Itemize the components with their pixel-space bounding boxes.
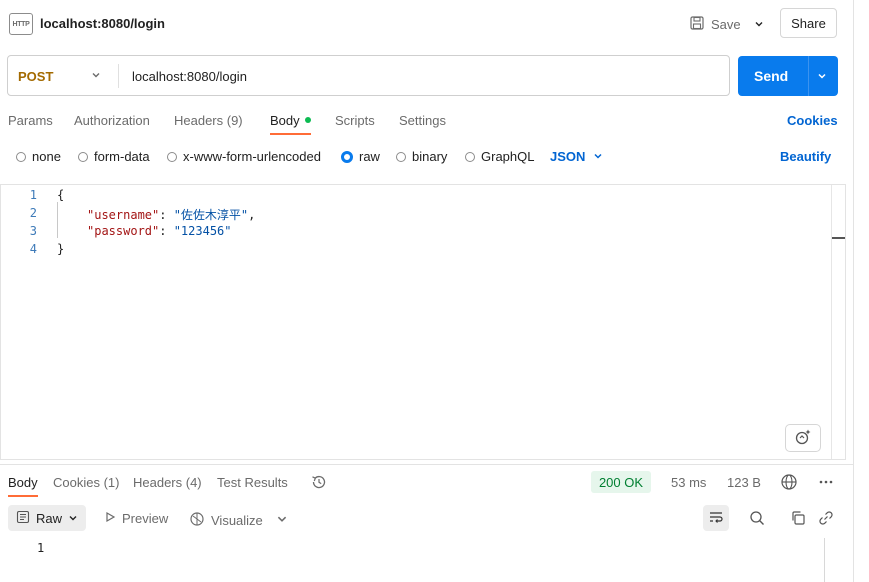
- link-icon[interactable]: [815, 507, 837, 529]
- tab-authorization[interactable]: Authorization: [74, 113, 150, 128]
- response-format-raw-select[interactable]: Raw: [8, 505, 86, 531]
- wrap-lines-button[interactable]: [703, 505, 729, 531]
- chevron-down-icon: [593, 149, 603, 164]
- cookies-link[interactable]: Cookies: [787, 113, 838, 128]
- raw-view-icon: [16, 510, 30, 527]
- radio-circle-selected: [341, 150, 353, 163]
- tab-headers[interactable]: Headers (9): [174, 113, 243, 128]
- chevron-down-icon: [754, 17, 764, 32]
- radio-label: GraphQL: [481, 149, 535, 164]
- active-tab-indicator: [8, 495, 38, 497]
- line-number: 3: [29, 224, 37, 238]
- code-line: "username": "佐佐木淳平",: [87, 206, 255, 223]
- http-method-select[interactable]: POST: [18, 69, 53, 84]
- json-separator: :: [159, 224, 174, 238]
- ai-assist-button[interactable]: [785, 424, 821, 452]
- divider: [0, 464, 853, 465]
- tab-params[interactable]: Params: [8, 113, 53, 128]
- beautify-button[interactable]: Beautify: [780, 149, 831, 164]
- radio-circle: [16, 151, 26, 162]
- http-request-icon: HTTP: [9, 13, 33, 35]
- more-options-icon[interactable]: [817, 473, 835, 494]
- response-tab-body[interactable]: Body: [8, 475, 38, 490]
- tab-scripts[interactable]: Scripts: [335, 113, 375, 128]
- sparkle-icon: [794, 428, 812, 449]
- radio-circle: [465, 151, 475, 162]
- save-options-button[interactable]: [750, 14, 768, 34]
- save-label: Save: [711, 16, 741, 32]
- chevron-down-icon: [817, 69, 827, 84]
- save-button[interactable]: Save: [689, 12, 741, 36]
- url-input[interactable]: localhost:8080/login: [132, 69, 247, 84]
- radio-binary[interactable]: binary: [396, 149, 447, 164]
- window-border: [853, 0, 854, 582]
- copy-icon[interactable]: [787, 507, 809, 529]
- history-icon[interactable]: [310, 473, 328, 494]
- preview-button[interactable]: Preview: [104, 511, 168, 526]
- radio-none[interactable]: none: [16, 149, 61, 164]
- code-line: "password": "123456": [87, 224, 232, 238]
- divider: [118, 64, 119, 88]
- json-separator: :: [159, 208, 174, 222]
- body-format-select[interactable]: JSON: [550, 149, 603, 164]
- radio-label: binary: [412, 149, 448, 164]
- radio-label: raw: [359, 149, 380, 164]
- line-number: 2: [29, 206, 37, 220]
- preview-label: Preview: [122, 511, 169, 526]
- body-format-label: JSON: [550, 149, 586, 164]
- visualize-label: Visualize: [211, 513, 263, 528]
- send-options-button[interactable]: [814, 68, 830, 84]
- json-key: "username": [87, 208, 160, 222]
- radio-form-data[interactable]: form-data: [78, 149, 150, 164]
- visualize-button[interactable]: Visualize: [189, 511, 263, 530]
- send-label: Send: [754, 68, 789, 84]
- tab-body[interactable]: Body: [270, 113, 300, 128]
- request-title[interactable]: localhost:8080/login: [40, 16, 165, 31]
- search-icon[interactable]: [746, 507, 768, 529]
- radio-circle: [396, 151, 406, 162]
- line-number: 4: [29, 242, 37, 256]
- chevron-down-icon: [68, 511, 78, 526]
- play-icon: [104, 511, 116, 526]
- indent-guide: [57, 202, 58, 238]
- response-tab-cookies[interactable]: Cookies (1): [53, 475, 119, 490]
- editor-scrollbar-track: [831, 185, 832, 459]
- radio-label: x-www-form-urlencoded: [183, 149, 321, 164]
- active-tab-indicator: [270, 133, 311, 135]
- response-line-number: 1: [37, 541, 45, 555]
- wrap-text-icon: [708, 509, 724, 528]
- radio-label: form-data: [94, 149, 150, 164]
- line-number: 1: [29, 188, 37, 202]
- body-modified-indicator: [305, 117, 311, 123]
- response-size[interactable]: 123 B: [727, 475, 761, 490]
- tab-settings[interactable]: Settings: [399, 113, 446, 128]
- save-icon: [689, 15, 705, 34]
- radio-circle: [78, 151, 88, 162]
- json-value: "佐佐木淳平": [173, 208, 249, 222]
- globe-icon[interactable]: [780, 473, 798, 494]
- json-key: "password": [87, 224, 160, 238]
- radio-x-www-form-urlencoded[interactable]: x-www-form-urlencoded: [167, 149, 321, 164]
- response-tab-test-results[interactable]: Test Results: [217, 475, 288, 490]
- radio-graphql[interactable]: GraphQL: [465, 149, 534, 164]
- radio-label: none: [32, 149, 61, 164]
- response-tab-headers[interactable]: Headers (4): [133, 475, 202, 490]
- radio-raw[interactable]: raw: [341, 149, 380, 164]
- code-line: }: [57, 242, 65, 256]
- divider: [808, 56, 809, 96]
- radio-circle: [167, 151, 177, 162]
- visualize-icon: [189, 511, 205, 530]
- response-scrollbar-track: [824, 538, 825, 582]
- code-line: {: [57, 188, 65, 202]
- chevron-down-icon[interactable]: [89, 67, 103, 83]
- json-comma: ,: [248, 208, 256, 222]
- json-value: "123456": [173, 224, 232, 238]
- editor-scrollbar-marker[interactable]: [832, 237, 845, 239]
- status-badge[interactable]: 200 OK: [591, 471, 651, 493]
- share-button[interactable]: Share: [780, 8, 837, 38]
- chevron-down-icon[interactable]: [276, 513, 288, 528]
- url-bar: [7, 55, 730, 96]
- response-time[interactable]: 53 ms: [671, 475, 706, 490]
- raw-label: Raw: [36, 510, 63, 526]
